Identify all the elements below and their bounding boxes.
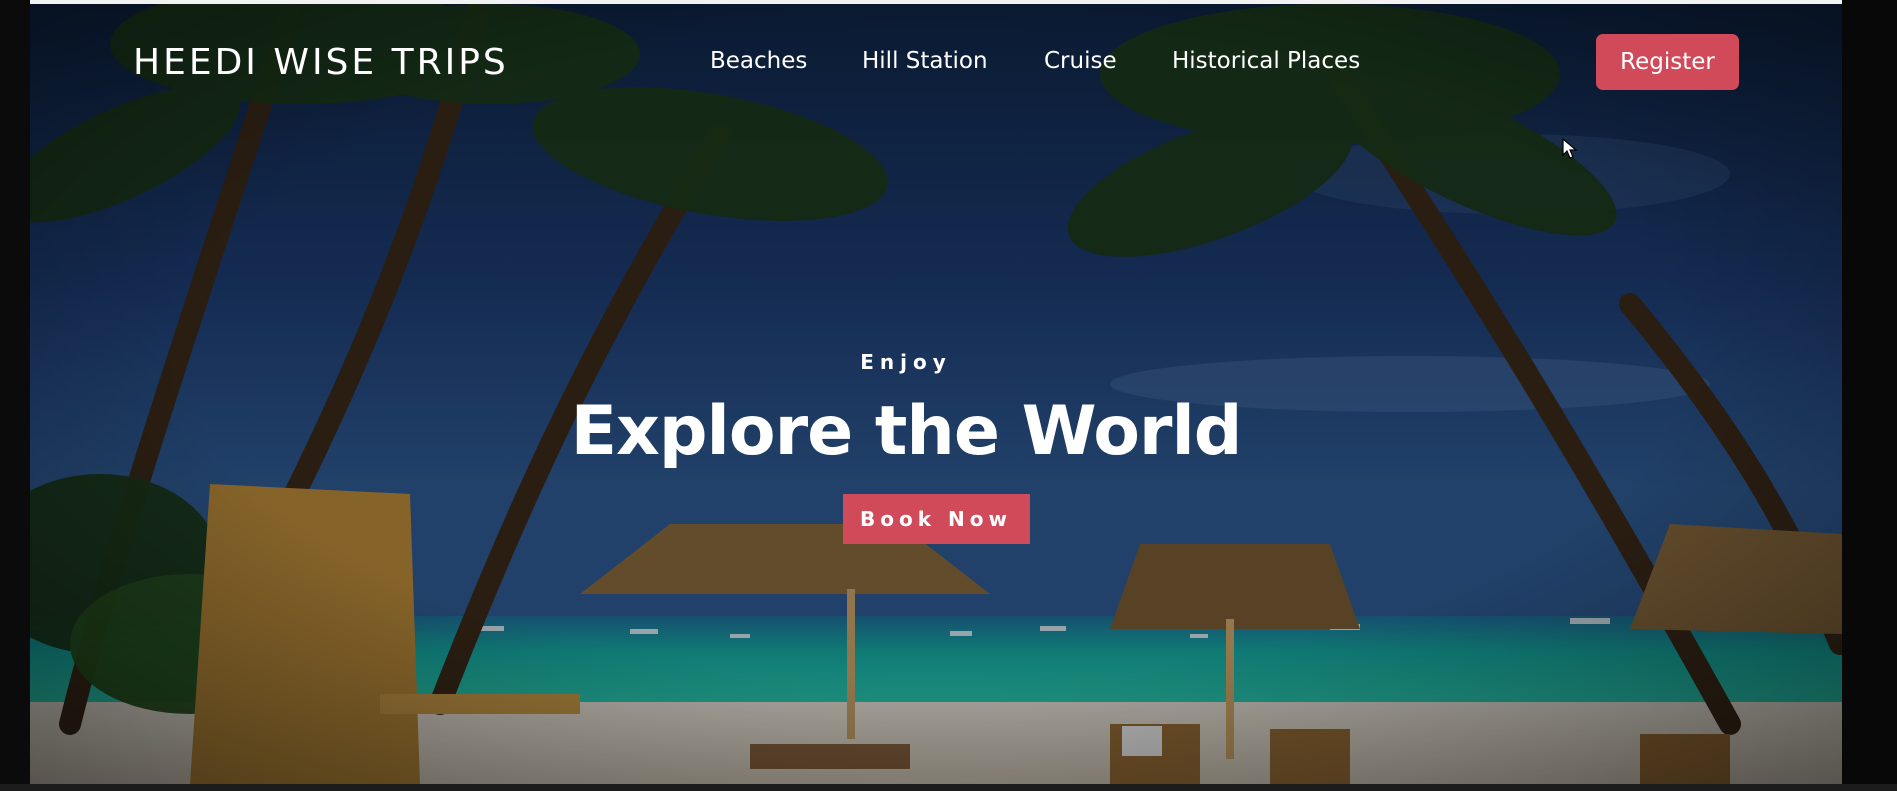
mouse-cursor-icon	[1562, 138, 1578, 159]
nav-item-cruise[interactable]: Cruise	[1044, 48, 1117, 74]
hero-headline: Explore the World	[570, 392, 1243, 471]
right-edge-bar	[1842, 0, 1897, 791]
hero-eyebrow: Enjoy	[860, 350, 952, 374]
nav-item-beaches[interactable]: Beaches	[710, 48, 807, 74]
bottom-edge-strip	[0, 784, 1897, 791]
main-nav: Beaches Hill Station Cruise Historical P…	[30, 48, 1842, 88]
nav-item-hill-station[interactable]: Hill Station	[862, 48, 988, 74]
hero-section: HEEDI WISE TRIPS Beaches Hill Station Cr…	[30, 4, 1842, 784]
nav-item-historical-places[interactable]: Historical Places	[1172, 48, 1360, 74]
register-button[interactable]: Register	[1596, 34, 1739, 90]
book-now-button[interactable]: Book Now	[843, 494, 1030, 544]
